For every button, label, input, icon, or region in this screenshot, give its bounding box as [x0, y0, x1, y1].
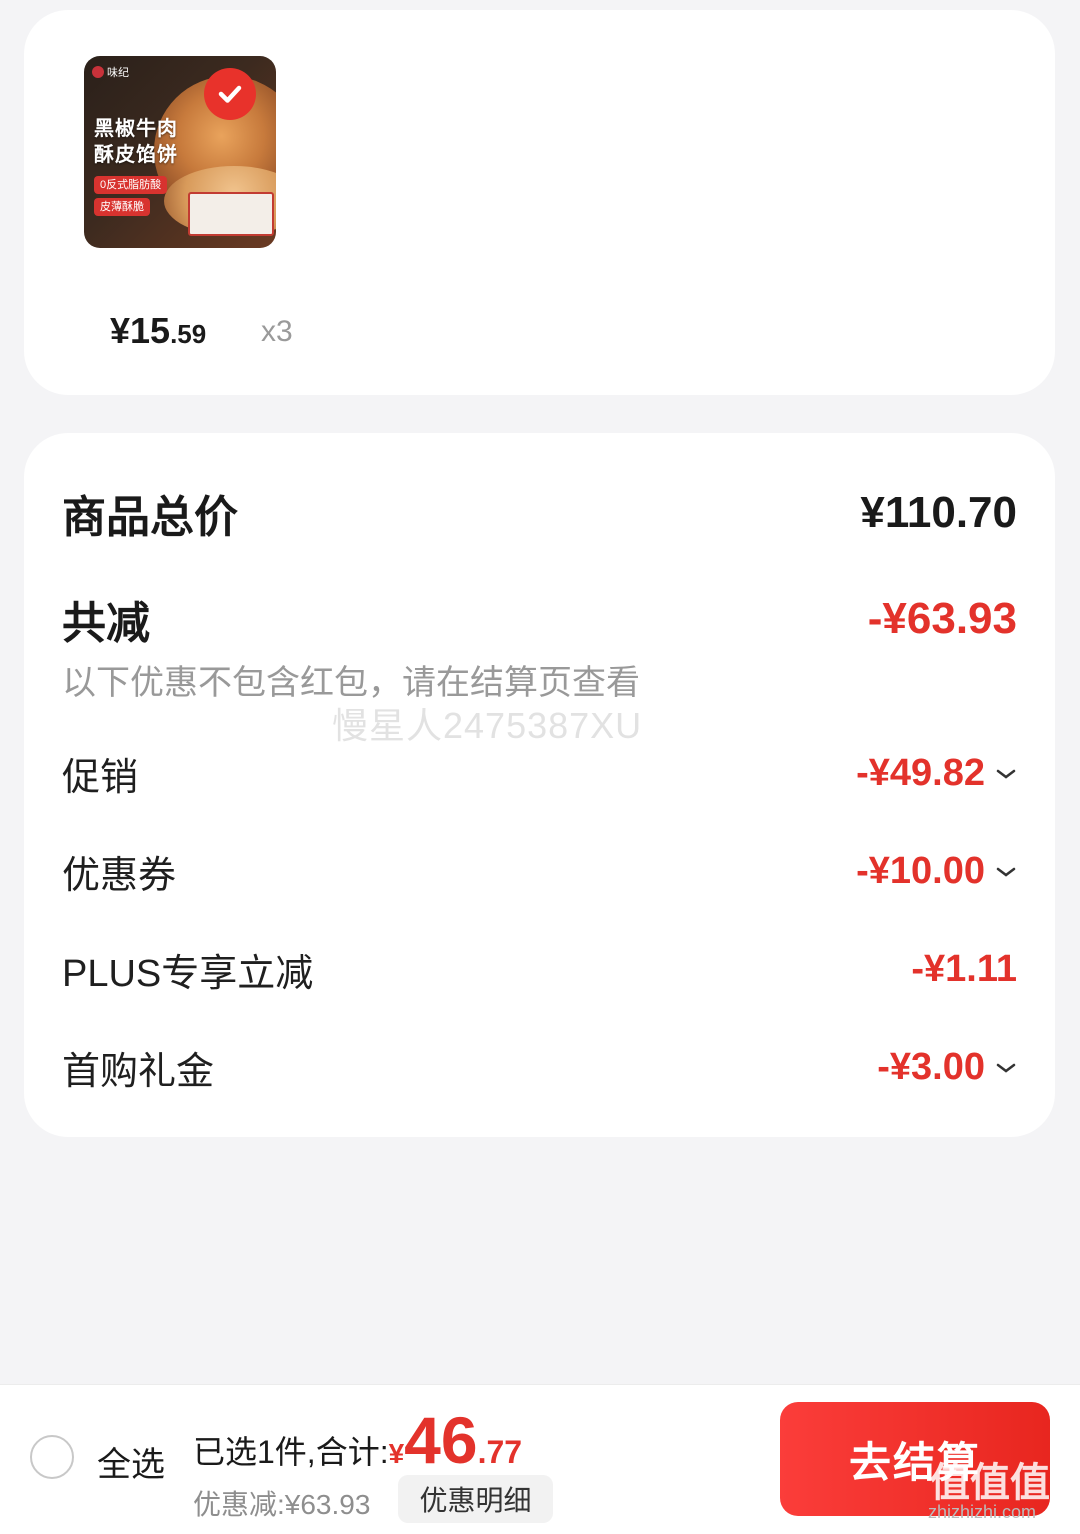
discount-row: 共减 -¥63.93: [62, 587, 1017, 651]
order-total: 已选1件,合计: ¥ 46 .77: [193, 1407, 522, 1473]
discount-value: -¥63.93: [867, 594, 1017, 643]
product-card: 味纪 黑椒牛肉 酥皮馅饼 0反式脂肪酸 皮薄酥脆 ¥15.59 x3: [24, 10, 1055, 395]
chevron-down-icon[interactable]: [991, 1061, 1017, 1075]
image-tag: 0反式脂肪酸: [94, 176, 168, 194]
discount-label: 共减: [62, 599, 150, 648]
image-title-line1: 黑椒牛肉: [94, 118, 178, 140]
item-label: 促销: [62, 757, 139, 799]
watermark: 慢星人2475387XU: [332, 705, 643, 746]
select-all-label[interactable]: 全选: [97, 1437, 165, 1486]
discount-item-plus: PLUS专享立减 -¥1.11: [62, 942, 1017, 997]
product-quantity: x3: [261, 315, 293, 348]
savings-text: 优惠减:¥63.93: [193, 1489, 371, 1520]
discount-item-coupon[interactable]: 优惠券 -¥10.00: [62, 844, 1017, 899]
select-all-radio[interactable]: [30, 1435, 74, 1479]
image-tag: 皮薄酥脆: [94, 198, 150, 216]
site-watermark: 值值值: [930, 1461, 1050, 1505]
total-value: ¥110.70: [860, 488, 1017, 537]
item-value: -¥3.00: [877, 1046, 985, 1088]
currency-symbol: ¥: [388, 1438, 405, 1469]
package-graphic: [188, 192, 274, 236]
item-label: 优惠券: [62, 855, 177, 897]
total-row: 商品总价 ¥110.70: [62, 481, 1017, 545]
item-value: -¥1.11: [911, 948, 1017, 990]
discount-item-first-purchase[interactable]: 首购礼金 -¥3.00: [62, 1040, 1017, 1095]
total-label: 商品总价: [62, 493, 238, 542]
chevron-down-icon[interactable]: [991, 767, 1017, 781]
product-image[interactable]: 味纪 黑椒牛肉 酥皮馅饼 0反式脂肪酸 皮薄酥脆: [84, 56, 276, 248]
check-icon[interactable]: [204, 68, 256, 120]
item-value: -¥49.82: [856, 752, 985, 794]
selected-count-text: 已选1件,合计:: [193, 1434, 389, 1470]
brand-logo: 味纪: [92, 64, 129, 80]
discount-item-promo[interactable]: 促销 -¥49.82: [62, 746, 1017, 801]
total-decimal: .77: [477, 1434, 523, 1470]
discount-detail-button[interactable]: 优惠明细: [398, 1475, 553, 1523]
total-integer: 46: [404, 1403, 478, 1477]
image-title-line2: 酥皮馅饼: [94, 144, 178, 166]
checkout-bar: 全选 已选1件,合计: ¥ 46 .77 优惠减:¥63.93 优惠明细 去结算: [0, 1384, 1080, 1534]
chevron-down-icon[interactable]: [991, 865, 1017, 879]
item-label: 首购礼金: [62, 1051, 215, 1093]
item-label: PLUS专享立减: [62, 953, 314, 995]
product-price: ¥15.59: [110, 310, 207, 351]
price-summary-card: 商品总价 ¥110.70 共减 -¥63.93 以下优惠不包含红包，请在结算页查…: [24, 433, 1055, 1137]
item-value: -¥10.00: [856, 850, 985, 892]
site-url-watermark: zhizhizhi.com: [928, 1502, 1037, 1522]
